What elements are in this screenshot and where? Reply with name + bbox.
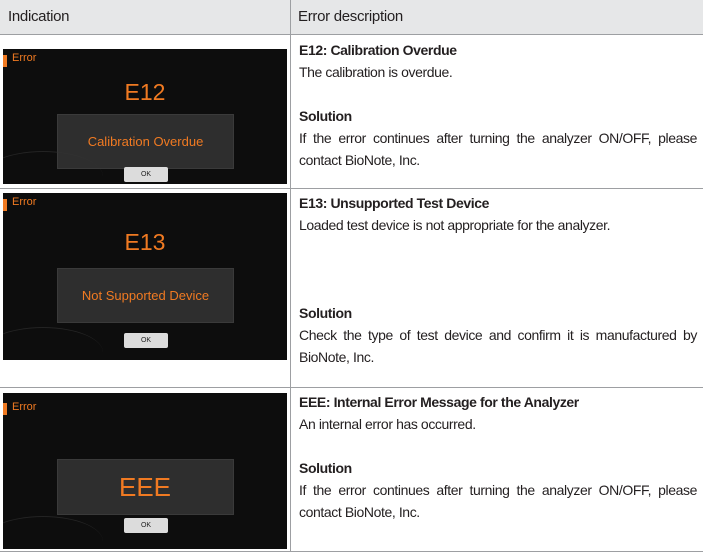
e12-screen: Error E12 Calibration Overdue OK xyxy=(3,49,287,184)
row-divider xyxy=(0,387,703,388)
header-indication: Indication xyxy=(0,0,290,34)
error-title: E12: Calibration Overdue xyxy=(299,42,457,58)
screen-error-message: Not Supported Device xyxy=(57,268,234,323)
column-divider xyxy=(290,0,291,552)
e13-screen: Error E13 Not Supported Device OK xyxy=(3,193,287,360)
row-divider xyxy=(0,188,703,189)
screen-error-label: Error xyxy=(12,196,37,208)
solution-heading: Solution xyxy=(299,460,352,476)
error-tab-marker xyxy=(3,199,7,211)
e12-description: E12: Calibration Overdue The calibration… xyxy=(299,39,697,171)
header-error-description: Error description xyxy=(290,0,703,34)
error-description-text: Loaded test device is not appropriate fo… xyxy=(299,217,611,233)
solution-heading: Solution xyxy=(299,108,352,124)
error-title: E13: Unsupported Test Device xyxy=(299,195,490,211)
screen-error-label: Error xyxy=(12,401,37,413)
solution-heading: Solution xyxy=(299,305,352,321)
error-tab-marker xyxy=(3,403,7,415)
error-tab-marker xyxy=(3,55,7,67)
error-title: EEE: Internal Error Message for the Anal… xyxy=(299,394,579,410)
screen-decoration xyxy=(3,516,103,549)
screen-error-code: E13 xyxy=(124,229,166,255)
solution-text: Check the type of test device and confir… xyxy=(299,327,697,365)
solution-text: If the error continues after turning the… xyxy=(299,482,697,520)
screen-error-code: E12 xyxy=(124,79,166,105)
screen-error-label: Error xyxy=(12,52,37,64)
error-description-text: The calibration is overdue. xyxy=(299,64,453,80)
eee-description: EEE: Internal Error Message for the Anal… xyxy=(299,391,697,523)
e13-description: E13: Unsupported Test Device Loaded test… xyxy=(299,192,697,368)
ok-button[interactable]: OK xyxy=(124,518,168,533)
row-divider xyxy=(0,34,703,35)
eee-screen: Error EEE OK xyxy=(3,393,287,549)
ok-button[interactable]: OK xyxy=(124,167,168,182)
screen-decoration xyxy=(3,327,103,360)
error-description-text: An internal error has occurred. xyxy=(299,416,476,432)
ok-button[interactable]: OK xyxy=(124,333,168,348)
screen-error-code: EEE xyxy=(118,472,172,502)
solution-text: If the error continues after turning the… xyxy=(299,130,697,168)
